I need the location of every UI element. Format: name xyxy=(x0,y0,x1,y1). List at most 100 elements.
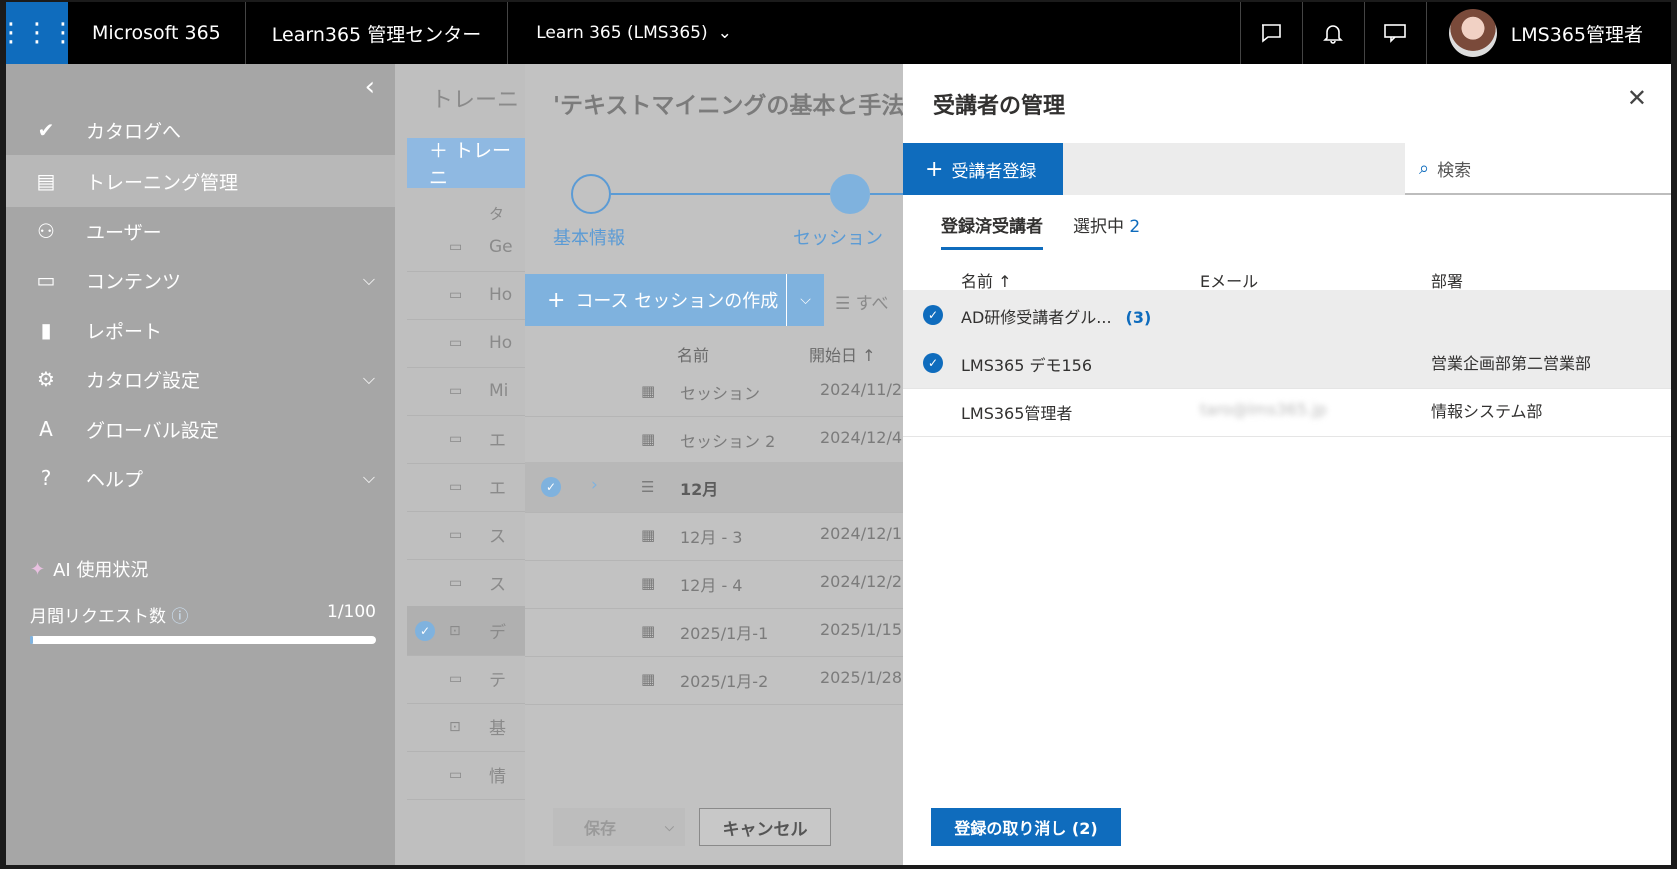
list-item[interactable]: ✓ ⊡ デ xyxy=(407,606,525,656)
admin-center-title[interactable]: Learn365 管理センター xyxy=(246,2,509,64)
classroom-icon: ⊡ xyxy=(449,718,461,735)
list-item[interactable]: ▭ Ge xyxy=(407,222,525,272)
panel-title: 受講者の管理 xyxy=(933,94,1066,119)
table-row[interactable]: ▦ 2025/1月-1 2025/1/15 xyxy=(525,606,903,657)
list-item[interactable]: ▭ Mi xyxy=(407,366,525,416)
table-row[interactable]: LMS365管理者 taro@lms365.jp 情報システム部 xyxy=(903,386,1671,437)
list-item[interactable]: ▭ 情 xyxy=(407,750,525,800)
table-row-group[interactable]: ✓ › ☰ 12月 xyxy=(525,462,903,513)
group-member-count: (3) xyxy=(1125,308,1152,327)
column-header-department[interactable]: 部署 xyxy=(1431,268,1463,292)
step-basic-info-indicator[interactable] xyxy=(571,174,611,214)
chevron-right-icon[interactable]: › xyxy=(591,475,598,495)
monitor-icon: ▭ xyxy=(449,334,463,351)
nav-item-training[interactable]: ▤ トレーニング管理 xyxy=(6,155,395,207)
list-item[interactable]: ▭ ス xyxy=(407,510,525,560)
chevron-down-icon[interactable]: ⌵ xyxy=(665,820,674,835)
add-learner-button[interactable]: + 受講者登録 xyxy=(903,143,1063,195)
table-row[interactable]: ▦ セッション 2024/11/29 xyxy=(525,366,912,417)
nav-label: グローバル設定 xyxy=(86,419,219,442)
monitor-icon: ▭ xyxy=(449,574,463,591)
checkmark-icon[interactable]: ✓ xyxy=(541,477,561,497)
magic-wand-icon: ✦ xyxy=(30,558,46,580)
tenant-selector[interactable]: Learn 365 (LMS365) ⌄ xyxy=(508,2,1239,64)
chevron-down-icon: ⌵ xyxy=(362,468,375,487)
create-course-session-button[interactable]: + コース セッションの作成 ⌵ xyxy=(525,274,824,326)
gear-icon: ⚙ xyxy=(37,367,55,391)
table-row[interactable]: ▦ 12月 - 3 2024/12/18 xyxy=(525,510,912,561)
calendar-icon: ▦ xyxy=(641,670,656,688)
filter-menu[interactable]: ☰ すべ xyxy=(835,289,888,314)
step-connector xyxy=(611,193,830,195)
left-navigation: ‹ ✔ カタログへ ▤ トレーニング管理 ⚇ ユーザー ▭ コンテンツ ⌵ ▮ … xyxy=(6,64,395,865)
folder-icon: ▭ xyxy=(449,670,463,687)
learner-management-panel: 受講者の管理 ✕ + 受講者登録 ⌕ 検索 登録済受講者 選択中 2 名前 ↑ … xyxy=(903,64,1671,865)
nav-item-content[interactable]: ▭ コンテンツ ⌵ xyxy=(6,254,395,306)
user-name: LMS365管理者 xyxy=(1510,23,1643,46)
list-item[interactable]: ⊡ 基 xyxy=(407,702,525,752)
report-icon: ▮ xyxy=(40,318,52,342)
nav-item-catalog[interactable]: ✔ カタログへ xyxy=(6,104,395,156)
list-item[interactable]: ▭ ス xyxy=(407,558,525,608)
list-item[interactable]: ▭ Ho xyxy=(407,270,525,320)
collapse-nav-icon[interactable]: ‹ xyxy=(365,72,375,102)
close-icon[interactable]: ✕ xyxy=(1627,84,1647,112)
app-launcher-icon[interactable]: ⋮⋮⋮ xyxy=(0,2,76,64)
chevron-down-icon[interactable]: ⌵ xyxy=(786,274,824,326)
table-row[interactable]: ✓ LMS365 デモ156 営業企画部第二営業部 xyxy=(903,338,1671,389)
app-window: ⋮⋮⋮ Microsoft 365 Learn365 管理センター Learn … xyxy=(0,0,1677,869)
request-progress-fill xyxy=(30,636,34,644)
user-menu[interactable]: LMS365管理者 xyxy=(1425,2,1671,64)
tab-selected[interactable]: 選択中 2 xyxy=(1073,212,1140,250)
tab-registered-learners[interactable]: 登録済受講者 xyxy=(941,212,1043,250)
request-progress-bar xyxy=(30,636,376,644)
checkmark-icon[interactable]: ✓ xyxy=(923,305,943,325)
nav-label: ヘルプ xyxy=(86,468,144,491)
step-session-indicator[interactable] xyxy=(830,174,870,214)
nav-item-users[interactable]: ⚇ ユーザー xyxy=(6,205,395,257)
list-item[interactable]: ▭ Ho xyxy=(407,318,525,368)
email-blurred: taro@lms365.jp xyxy=(1200,400,1327,419)
search-input[interactable]: ⌕ 検索 xyxy=(1405,143,1671,195)
nav-item-global-settings[interactable]: A グローバル設定 xyxy=(6,403,395,455)
info-icon[interactable]: ⓘ xyxy=(171,607,188,627)
step-session-label[interactable]: セッション xyxy=(793,224,883,250)
list-item[interactable]: ▭ エ xyxy=(407,462,525,512)
table-row[interactable]: ✓ AD研修受講者グル... (3) xyxy=(903,290,1671,341)
list-item[interactable]: ▭ エ xyxy=(407,414,525,464)
avatar xyxy=(1448,9,1497,57)
add-training-button[interactable]: ＋ トレーニ xyxy=(407,138,525,189)
ai-usage-title: ✦ AI 使用状況 xyxy=(30,558,149,582)
column-header-name[interactable]: 名前 ↑ xyxy=(961,268,1012,292)
column-header-email[interactable]: Eメール xyxy=(1200,268,1258,292)
monitor-icon: ▭ xyxy=(449,382,463,399)
nav-item-catalog-settings[interactable]: ⚙ カタログ設定 ⌵ xyxy=(6,353,395,405)
calendar-icon: ▦ xyxy=(641,430,656,448)
app-title[interactable]: Microsoft 365 xyxy=(68,2,246,64)
feedback-icon[interactable] xyxy=(1363,2,1426,64)
plus-icon: + xyxy=(547,287,566,313)
nav-item-help[interactable]: ? ヘルプ ⌵ xyxy=(6,452,395,504)
column-header-start-date[interactable]: 開始日 ↑ xyxy=(809,342,876,366)
list-item[interactable]: ▭ テ xyxy=(407,654,525,704)
bell-icon[interactable] xyxy=(1301,2,1364,64)
chat-icon[interactable] xyxy=(1239,2,1302,64)
request-value: 1/100 xyxy=(327,602,376,622)
checkmark-icon[interactable]: ✓ xyxy=(923,353,943,373)
checkmark-icon[interactable]: ✓ xyxy=(415,620,435,641)
column-header-name[interactable]: 名前 xyxy=(677,342,709,366)
nav-label: ユーザー xyxy=(86,221,162,244)
save-button[interactable]: 保存 ⌵ xyxy=(553,808,685,846)
cancel-button[interactable]: キャンセル xyxy=(699,808,831,846)
nav-item-report[interactable]: ▮ レポート xyxy=(6,304,395,356)
unregister-button[interactable]: 登録の取り消し (2) xyxy=(931,808,1121,846)
nav-label: カタログ設定 xyxy=(86,369,201,392)
command-bar: + 受講者登録 ⌕ 検索 xyxy=(903,143,1671,195)
table-row[interactable]: ▦ 2025/1月-2 2025/1/28 xyxy=(525,654,903,705)
training-icon: ▤ xyxy=(36,169,56,193)
table-row[interactable]: ▦ 12月 - 4 2024/12/20 xyxy=(525,558,912,609)
search-placeholder: 検索 xyxy=(1437,160,1472,181)
step-basic-info-label[interactable]: 基本情報 xyxy=(553,224,625,250)
chevron-down-icon: ⌵ xyxy=(362,369,375,388)
table-row[interactable]: ▦ セッション 2 2024/12/4 xyxy=(525,414,903,465)
